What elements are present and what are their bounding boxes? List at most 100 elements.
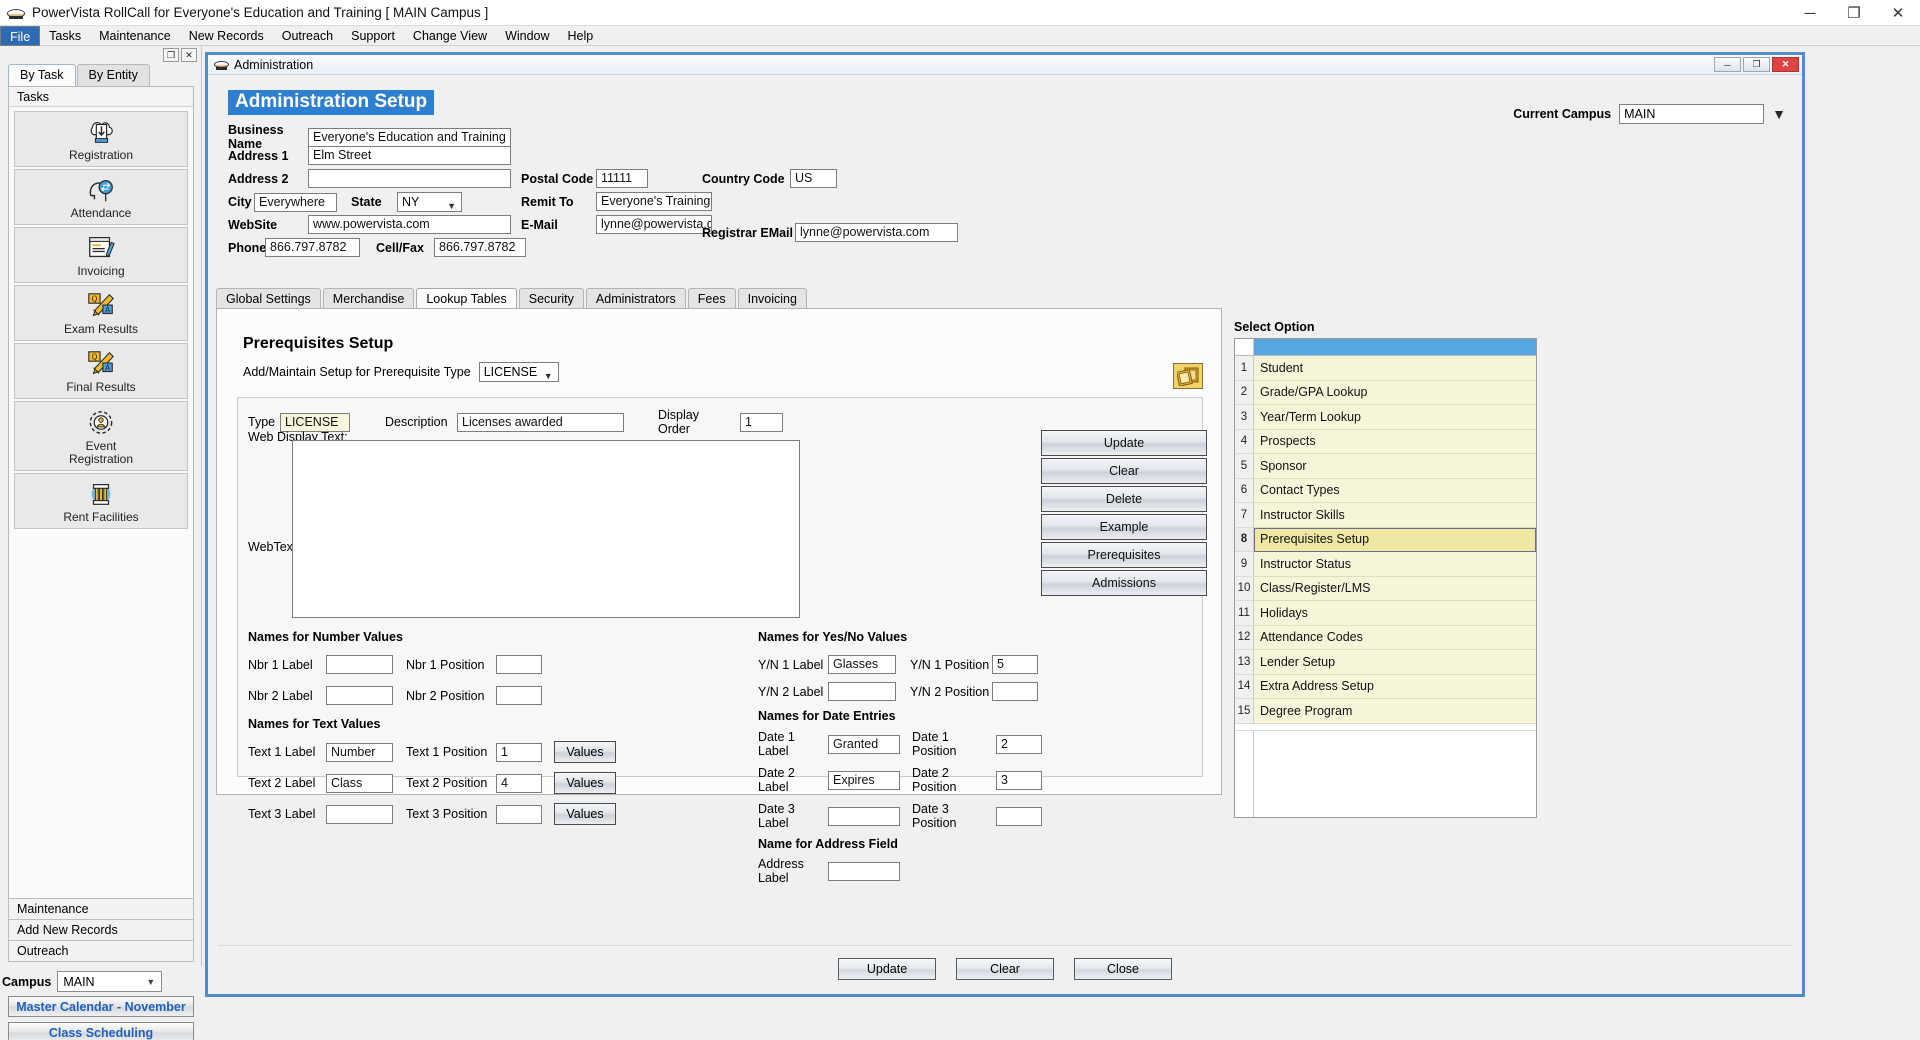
tab-merchandise[interactable]: Merchandise (322, 288, 415, 310)
table-row[interactable]: 4 Prospects (1235, 429, 1536, 454)
nbr1-position-field[interactable] (496, 655, 542, 674)
yn2-position-field[interactable] (992, 682, 1038, 701)
text2-position-field[interactable]: 4 (496, 773, 542, 793)
image-stack-button[interactable] (1173, 363, 1203, 389)
table-row[interactable]: 3 Year/Term Lookup (1235, 405, 1536, 430)
sidebar-item-final-results[interactable]: Q A Final Results (14, 343, 188, 399)
text2-field[interactable]: Class (326, 773, 393, 793)
table-row[interactable]: 15 Degree Program (1235, 699, 1536, 724)
description-field[interactable]: Licenses awarded (457, 412, 624, 432)
tab-global-settings[interactable]: Global Settings (216, 288, 321, 310)
master-calendar-button[interactable]: Master Calendar - November (8, 996, 194, 1017)
sidebar-item-event-registration[interactable]: Event Registration (14, 401, 188, 471)
left-panel-close-icon[interactable]: ✕ (181, 48, 197, 62)
text3-field[interactable] (326, 804, 393, 824)
remit-to-field[interactable]: Everyone's Training (596, 192, 712, 211)
menu-item-file[interactable]: File (0, 25, 41, 46)
text1-field[interactable]: Number (326, 742, 393, 762)
nbr2-position-field[interactable] (496, 686, 542, 705)
left-panel-restore-icon[interactable]: ❐ (163, 48, 179, 62)
current-campus-value[interactable]: MAIN (1619, 104, 1765, 124)
update-button[interactable]: Update (1041, 430, 1207, 456)
class-scheduling-button[interactable]: Class Scheduling (8, 1022, 194, 1040)
yn1-position-field[interactable]: 5 (992, 655, 1038, 674)
text3-values-button[interactable]: Values (554, 803, 616, 825)
chevron-down-icon[interactable]: ▼ (1772, 106, 1786, 122)
table-row-selected[interactable]: 8 Prerequisites Setup (1235, 527, 1536, 552)
sidebar-item-registration[interactable]: Registration (14, 111, 188, 167)
text3-position-field[interactable] (496, 804, 542, 824)
menu-item-outreach[interactable]: Outreach (273, 26, 342, 46)
tab-invoicing[interactable]: Invoicing (737, 288, 807, 310)
table-row[interactable]: 9 Instructor Status (1235, 552, 1536, 577)
sidebar-item-rent-facilities[interactable]: Rent Facilities (14, 473, 188, 529)
menu-item-new-records[interactable]: New Records (180, 26, 273, 46)
bottom-update-button[interactable]: Update (838, 958, 936, 980)
phone-field[interactable]: 866.797.8782 (265, 238, 360, 257)
minimize-button[interactable]: ─ (1788, 0, 1832, 26)
admin-close-button[interactable]: ✕ (1772, 57, 1799, 72)
menu-item-tasks[interactable]: Tasks (40, 26, 90, 46)
state-select[interactable]: NY ▼ (397, 192, 462, 212)
date2-position-field[interactable]: 3 (996, 770, 1042, 790)
group-outreach[interactable]: Outreach (8, 940, 194, 962)
country-code-field[interactable]: US (790, 169, 837, 188)
website-field[interactable]: www.powervista.com (308, 215, 511, 234)
select-option-grid[interactable]: 1 Student 2 Grade/GPA Lookup 3 Year/Term… (1234, 338, 1537, 818)
address-label-field[interactable] (828, 861, 900, 881)
menu-item-window[interactable]: Window (496, 26, 558, 46)
admin-maximize-button[interactable]: ❐ (1743, 57, 1770, 72)
delete-button[interactable]: Delete (1041, 486, 1207, 512)
date2-field[interactable]: Expires (828, 770, 900, 790)
date3-position-field[interactable] (996, 806, 1042, 826)
table-row[interactable]: 7 Instructor Skills (1235, 503, 1536, 528)
maximize-button[interactable]: ❐ (1832, 0, 1876, 26)
prerequisites-button[interactable]: Prerequisites (1041, 542, 1207, 568)
address2-field[interactable] (308, 169, 511, 188)
sidebar-item-attendance[interactable]: Attendance (14, 169, 188, 225)
email-field[interactable]: lynne@powervista.com (596, 215, 712, 234)
table-row[interactable]: 14 Extra Address Setup (1235, 674, 1536, 699)
registrar-email-field[interactable]: lynne@powervista.com (795, 223, 958, 242)
example-button[interactable]: Example (1041, 514, 1207, 540)
text1-values-button[interactable]: Values (554, 741, 616, 763)
table-row[interactable]: 2 Grade/GPA Lookup (1235, 380, 1536, 405)
campus-select[interactable]: MAIN ▼ (57, 971, 163, 992)
menu-item-support[interactable]: Support (342, 26, 404, 46)
text2-values-button[interactable]: Values (554, 772, 616, 794)
table-row[interactable]: 1 Student (1235, 356, 1536, 381)
clear-button[interactable]: Clear (1041, 458, 1207, 484)
table-row[interactable]: 11 Holidays (1235, 601, 1536, 626)
table-row[interactable]: 6 Contact Types (1235, 478, 1536, 503)
sidebar-item-invoicing[interactable]: Invoicing (14, 227, 188, 283)
admissions-button[interactable]: Admissions (1041, 570, 1207, 596)
close-button[interactable]: ✕ (1876, 0, 1920, 26)
postal-code-field[interactable]: 11111 (596, 169, 648, 188)
group-add-new-records[interactable]: Add New Records (8, 919, 194, 941)
city-field[interactable]: Everywhere (254, 192, 337, 212)
date3-field[interactable] (828, 806, 900, 826)
table-row[interactable]: 12 Attendance Codes (1235, 625, 1536, 650)
yn2-field[interactable] (828, 682, 896, 701)
date1-position-field[interactable]: 2 (996, 734, 1042, 754)
tab-lookup-tables[interactable]: Lookup Tables (416, 288, 517, 310)
table-row[interactable]: 10 Class/Register/LMS (1235, 576, 1536, 601)
tab-by-entity[interactable]: By Entity (76, 64, 150, 86)
bottom-close-button[interactable]: Close (1074, 958, 1172, 980)
menu-item-maintenance[interactable]: Maintenance (90, 26, 180, 46)
menu-item-help[interactable]: Help (559, 26, 603, 46)
text1-position-field[interactable]: 1 (496, 742, 542, 762)
bottom-clear-button[interactable]: Clear (956, 958, 1054, 980)
tab-security[interactable]: Security (518, 288, 584, 310)
tab-by-task[interactable]: By Task (8, 64, 76, 86)
tab-fees[interactable]: Fees (687, 288, 736, 310)
table-row[interactable]: 5 Sponsor (1235, 454, 1536, 479)
type-field[interactable]: LICENSE (280, 412, 350, 432)
business-name-field[interactable]: Everyone's Education and Training (308, 127, 511, 147)
webtext-textarea[interactable] (292, 440, 800, 618)
group-maintenance[interactable]: Maintenance (8, 898, 194, 920)
display-order-field[interactable]: 1 (740, 412, 783, 432)
table-row[interactable]: 13 Lender Setup (1235, 650, 1536, 675)
menu-item-change-view[interactable]: Change View (404, 26, 496, 46)
nbr2-field[interactable] (326, 686, 393, 705)
